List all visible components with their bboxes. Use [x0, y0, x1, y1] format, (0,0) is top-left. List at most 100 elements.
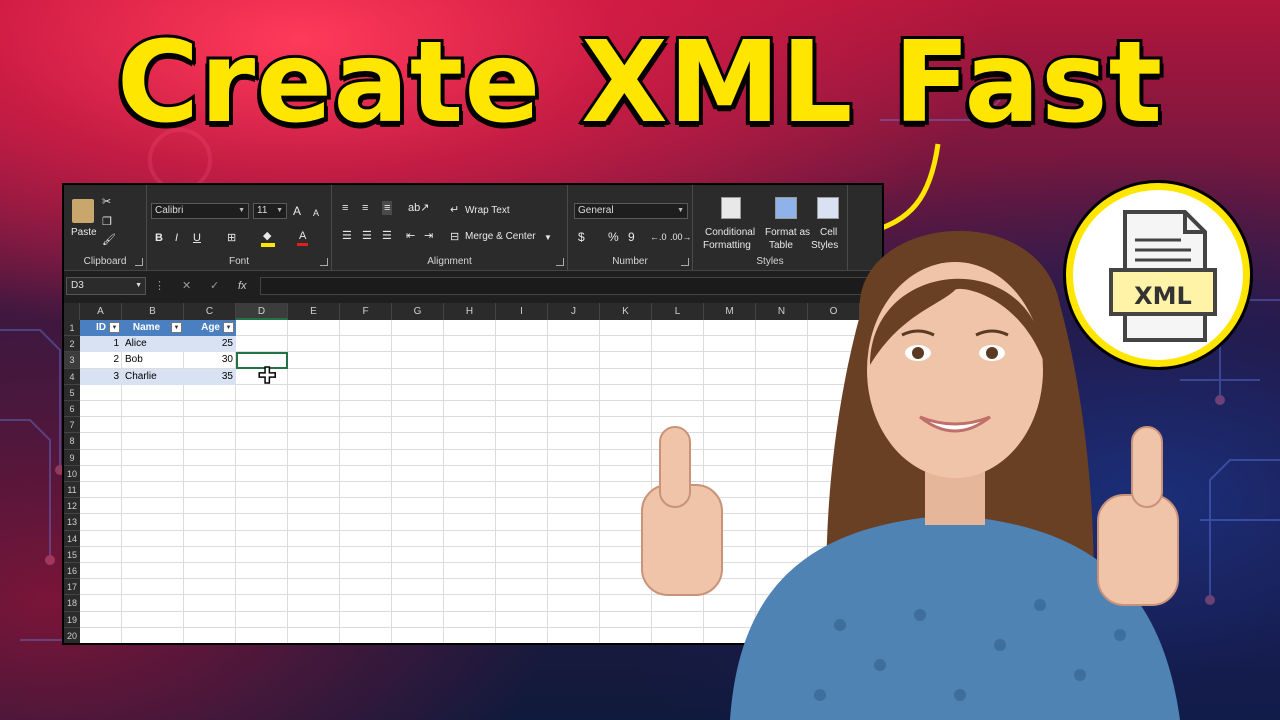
- font-size-select[interactable]: 11 ▼: [253, 203, 287, 219]
- column-header-g[interactable]: G: [392, 303, 444, 320]
- table-header-cell[interactable]: ID ▼: [80, 320, 122, 336]
- format-painter-icon[interactable]: 🖌: [102, 233, 116, 247]
- table-cell[interactable]: Charlie: [122, 368, 184, 385]
- chevron-down-icon[interactable]: ▼: [544, 231, 552, 245]
- enter-icon[interactable]: ✓: [210, 277, 219, 295]
- person-photo: [641, 230, 1180, 720]
- table-header-cell[interactable]: Name ▼: [122, 320, 184, 336]
- orientation-icon[interactable]: ab↗: [408, 201, 429, 215]
- align-bottom-icon[interactable]: ≡: [382, 201, 393, 215]
- font-launcher-icon[interactable]: [320, 258, 328, 266]
- headline-title: Create XML Fast: [114, 15, 1165, 151]
- row-header-15[interactable]: 15: [64, 546, 80, 563]
- table-cell[interactable]: 3: [80, 368, 122, 385]
- align-right-icon[interactable]: ☰: [382, 229, 392, 243]
- decrease-indent-icon[interactable]: ⇤: [406, 229, 415, 243]
- alignment-launcher-icon[interactable]: [556, 258, 564, 266]
- column-header-b[interactable]: B: [122, 303, 184, 320]
- wrap-text-button[interactable]: Wrap Text: [465, 205, 510, 216]
- underline-button[interactable]: U: [193, 231, 201, 245]
- row-header-18[interactable]: 18: [64, 595, 80, 612]
- merge-icon: ⊟: [450, 231, 460, 243]
- table-cell[interactable]: 25: [184, 336, 236, 353]
- clipboard-label: Clipboard: [83, 256, 127, 267]
- row-header-5[interactable]: 5: [64, 384, 80, 401]
- fill-color-icon[interactable]: [261, 243, 275, 247]
- row-header-4[interactable]: 4: [64, 368, 80, 385]
- font-color-button[interactable]: A: [297, 229, 309, 246]
- column-gridline: [391, 320, 392, 643]
- increase-indent-icon[interactable]: ⇥: [424, 229, 433, 243]
- row-header-17[interactable]: 17: [64, 579, 80, 596]
- bold-button[interactable]: B: [155, 231, 163, 245]
- merge-center-button[interactable]: Merge & Center: [465, 231, 536, 242]
- alignment-group: ≡ ≡ ≡ ab↗ ☰ ☰ ☰ ⇤ ⇥ ↵ Wrap Text ⊟ Merge …: [332, 185, 568, 271]
- filter-dropdown-icon[interactable]: ▼: [109, 322, 120, 333]
- filter-dropdown-icon[interactable]: ▼: [171, 322, 182, 333]
- more-icon[interactable]: ⋮: [154, 277, 165, 295]
- column-header-c[interactable]: C: [184, 303, 236, 320]
- font-label: Font: [228, 256, 249, 267]
- align-middle-icon[interactable]: ≡: [362, 201, 368, 215]
- row-header-16[interactable]: 16: [64, 563, 80, 580]
- align-left-icon[interactable]: ☰: [342, 229, 352, 243]
- row-header-14[interactable]: 14: [64, 530, 80, 547]
- row-header-3[interactable]: 3: [64, 352, 80, 369]
- borders-icon[interactable]: ⊞: [227, 231, 236, 245]
- wrap-text-icon: ↵: [450, 204, 460, 216]
- fill-bucket-icon[interactable]: ◆: [263, 229, 271, 243]
- align-center-icon[interactable]: ☰: [362, 229, 372, 243]
- column-header-f[interactable]: F: [340, 303, 392, 320]
- table-cell[interactable]: 2: [80, 352, 122, 368]
- row-header-8[interactable]: 8: [64, 433, 80, 450]
- decrease-font-button[interactable]: A: [313, 206, 319, 220]
- alignment-label: Alignment: [427, 256, 472, 267]
- column-header-h[interactable]: H: [444, 303, 496, 320]
- paste-button[interactable]: Paste: [71, 227, 97, 238]
- chevron-down-icon: ▼: [238, 207, 245, 214]
- table-cell[interactable]: 35: [184, 368, 236, 385]
- copy-icon[interactable]: ❐: [102, 215, 112, 229]
- currency-button[interactable]: $: [578, 230, 585, 244]
- cut-icon[interactable]: ✂: [102, 195, 111, 209]
- row-header-13[interactable]: 13: [64, 514, 80, 531]
- chevron-down-icon: ▼: [276, 207, 283, 214]
- clipboard-launcher-icon[interactable]: [135, 258, 143, 266]
- column-gridline: [599, 320, 600, 643]
- row-header-11[interactable]: 11: [64, 482, 80, 499]
- row-header-9[interactable]: 9: [64, 449, 80, 466]
- table-cell[interactable]: Alice: [122, 336, 184, 353]
- table-cell[interactable]: Bob: [122, 352, 184, 368]
- column-gridline: [443, 320, 444, 643]
- align-top-icon[interactable]: ≡: [342, 201, 348, 215]
- increase-font-button[interactable]: A: [293, 204, 301, 218]
- row-header-10[interactable]: 10: [64, 465, 80, 482]
- table-cell[interactable]: 1: [80, 336, 122, 353]
- italic-button[interactable]: I: [175, 231, 178, 245]
- table-cell[interactable]: 30: [184, 352, 236, 368]
- filter-dropdown-icon[interactable]: ▼: [223, 322, 234, 333]
- row-header-20[interactable]: 20: [64, 627, 80, 643]
- column-header-e[interactable]: E: [288, 303, 340, 320]
- percent-button[interactable]: %: [608, 230, 619, 244]
- column-header-a[interactable]: A: [80, 303, 122, 320]
- column-gridline: [339, 320, 340, 643]
- row-header-12[interactable]: 12: [64, 498, 80, 515]
- row-header-1[interactable]: 1: [64, 320, 80, 337]
- row-header-19[interactable]: 19: [64, 611, 80, 628]
- select-all-corner[interactable]: [64, 303, 80, 320]
- row-header-7[interactable]: 7: [64, 417, 80, 434]
- name-box[interactable]: D3 ▼: [66, 277, 146, 295]
- table-header-cell[interactable]: Age ▼: [184, 320, 236, 336]
- row-header-6[interactable]: 6: [64, 401, 80, 418]
- column-header-i[interactable]: I: [496, 303, 548, 320]
- column-gridline: [495, 320, 496, 643]
- cancel-icon[interactable]: ✕: [182, 277, 191, 295]
- row-header-2[interactable]: 2: [64, 336, 80, 353]
- column-header-j[interactable]: J: [548, 303, 600, 320]
- clipboard-group: Paste ✂ ❐ 🖌 Clipboard: [64, 185, 147, 271]
- paste-icon[interactable]: [72, 199, 94, 223]
- font-name-select[interactable]: Calibri ▼: [151, 203, 249, 219]
- column-header-d[interactable]: D: [236, 303, 288, 320]
- insert-function-button[interactable]: fx: [238, 277, 247, 295]
